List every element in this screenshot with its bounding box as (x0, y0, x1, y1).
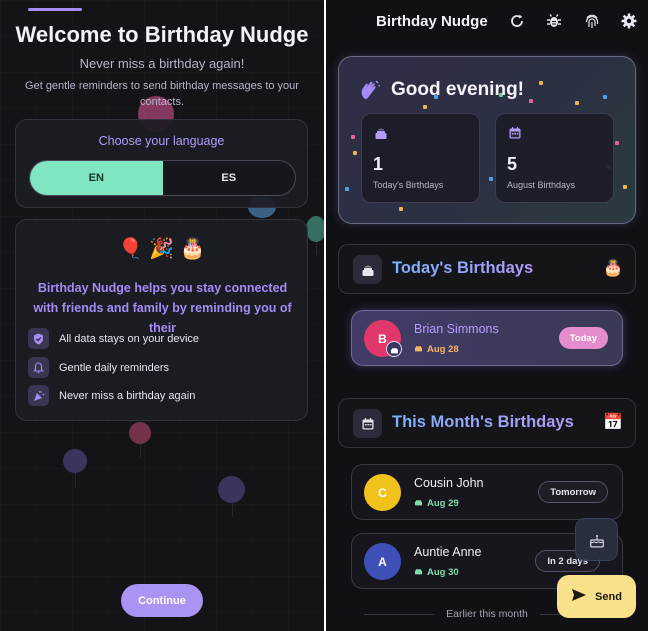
greeting-card: Good evening! 1 Today's Birthdays 5 Augu… (338, 56, 636, 224)
stat-label: August Birthdays (507, 180, 576, 190)
confetti (489, 177, 493, 181)
confetti (615, 141, 619, 145)
confetti (603, 95, 607, 99)
person-name: Brian Simmons (414, 322, 499, 336)
waving-hand-icon (359, 79, 381, 101)
app-title: Birthday Nudge (376, 13, 488, 30)
feature-item: Never miss a birthday again (28, 385, 195, 406)
send-button[interactable]: Send (557, 575, 636, 618)
language-option-en[interactable]: EN (30, 161, 163, 195)
cake-icon (414, 497, 423, 509)
balloon-decoration (129, 422, 151, 458)
stat-value: 5 (507, 154, 518, 174)
refresh-icon[interactable] (508, 12, 526, 30)
cake-emoji: 🎂 (179, 238, 205, 260)
celebration-emojis: 🎈 🎉 🎂 (16, 236, 307, 261)
calendar-icon (353, 409, 382, 438)
date-label: Aug 28 (427, 343, 459, 355)
party-popper-emoji: 🎉 (149, 238, 174, 260)
welcome-title: Welcome to Birthday Nudge (15, 22, 309, 47)
section-title: Today's Birthdays (392, 259, 534, 277)
confetti (529, 99, 533, 103)
date-label: Aug 30 (427, 566, 459, 578)
cake-icon (589, 534, 604, 547)
person-name: Cousin John (414, 476, 484, 490)
settings-icon[interactable] (620, 12, 638, 30)
cake-icon (414, 343, 423, 355)
confetti (353, 151, 357, 155)
today-birthdays-header: Today's Birthdays 🎂 (338, 244, 636, 294)
earlier-label: Earlier this month (446, 608, 528, 620)
person-date: Aug 29 (414, 497, 459, 509)
bug-icon[interactable] (545, 12, 563, 30)
greeting-title: Good evening! (391, 79, 524, 100)
welcome-subtitle: Never miss a birthday again! (79, 56, 245, 71)
cake-badge-icon (386, 341, 402, 357)
confetti (345, 187, 349, 191)
confetti (423, 105, 427, 109)
welcome-description: Get gentle reminders to send birthday me… (25, 80, 299, 108)
avatar: C (364, 474, 401, 511)
feature-label: All data stays on your device (59, 332, 200, 345)
date-label: Aug 29 (427, 497, 459, 509)
divider-line (364, 613, 435, 615)
calendar-emoji: 📅 (603, 414, 623, 431)
confetti (539, 81, 543, 85)
confetti (399, 207, 403, 211)
fingerprint-icon[interactable] (583, 12, 601, 30)
status-badge: Tomorrow (538, 481, 608, 503)
person-name: Auntie Anne (414, 545, 482, 559)
party-popper-icon (28, 385, 49, 406)
feature-item: All data stays on your device (28, 328, 199, 349)
balloon-decoration (306, 216, 324, 256)
balloon-emoji: 🎈 (118, 238, 144, 260)
language-option-es[interactable]: ES (162, 161, 295, 195)
shield-icon (28, 328, 49, 349)
stat-today-birthdays: 1 Today's Birthdays (361, 113, 480, 203)
section-title: This Month's Birthdays (392, 413, 574, 431)
confetti (623, 185, 627, 189)
onboarding-screen: Welcome to Birthday Nudge Never miss a b… (0, 0, 324, 631)
send-label: Send (595, 590, 622, 603)
confetti (575, 101, 579, 105)
cake-emoji: 🎂 (603, 260, 623, 277)
cake-icon (353, 255, 382, 284)
confetti (351, 135, 355, 139)
person-date: Aug 30 (414, 566, 459, 578)
home-screen: Birthday Nudge Good evening! 1 Today's B… (326, 0, 648, 631)
feature-item: Gentle daily reminders (28, 357, 169, 378)
bell-icon (28, 357, 49, 378)
onboarding-progress-indicator (28, 8, 82, 11)
send-icon (571, 588, 587, 605)
calendar-icon (508, 126, 522, 140)
birthday-card-cousin-john[interactable]: C Cousin John Aug 29 Tomorrow (351, 464, 623, 520)
cake-icon (414, 566, 423, 578)
balloon-decoration (218, 476, 245, 517)
cake-icon (374, 126, 388, 140)
month-birthdays-header: This Month's Birthdays 📅 (338, 398, 636, 448)
person-date: Aug 28 (414, 343, 459, 355)
stat-month-birthdays: 5 August Birthdays (495, 113, 614, 203)
continue-button[interactable]: Continue (121, 584, 203, 617)
birthday-card-brian-simmons[interactable]: B Brian Simmons Aug 28 Today (351, 310, 623, 366)
avatar: A (364, 543, 401, 580)
stat-label: Today's Birthdays (373, 180, 444, 190)
language-card-title: Choose your language (98, 134, 225, 148)
status-badge: Today (558, 327, 608, 349)
language-card: Choose your language EN ES (15, 119, 308, 208)
feature-label: Gentle daily reminders (59, 361, 170, 374)
language-toggle: EN ES (29, 160, 296, 196)
cake-fab-button[interactable] (575, 518, 618, 561)
intro-card: 🎈 🎉 🎂 Birthday Nudge helps you stay conn… (15, 219, 308, 421)
stat-value: 1 (373, 154, 384, 174)
balloon-decoration (63, 449, 87, 487)
feature-label: Never miss a birthday again (59, 389, 196, 402)
